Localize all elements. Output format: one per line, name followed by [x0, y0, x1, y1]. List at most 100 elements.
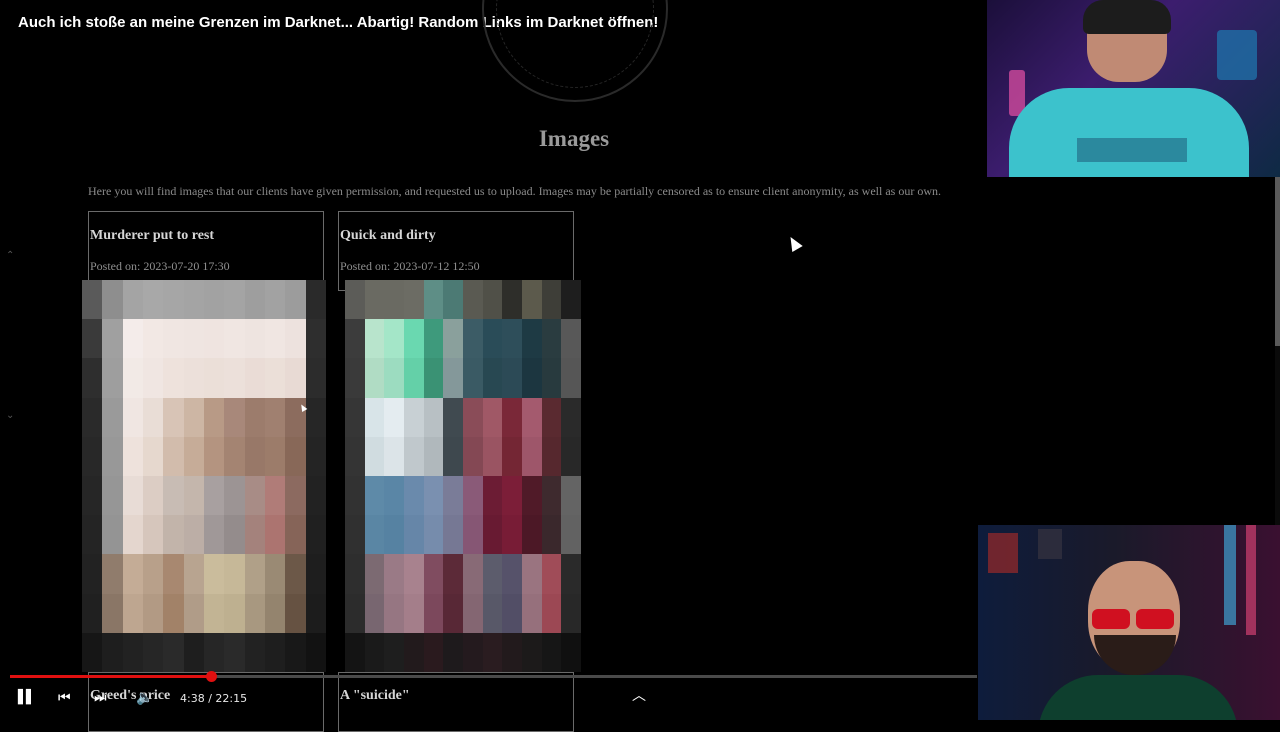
posted-date: 2023-07-12 12:50 [393, 259, 480, 273]
mosaic-cell [143, 397, 164, 437]
time-display: 4:38 / 22:15 [180, 692, 247, 705]
mosaic-cell [305, 593, 326, 633]
mosaic-cell [102, 358, 123, 398]
mosaic-cell [384, 554, 404, 594]
mosaic-cell [521, 397, 542, 437]
mosaic-cell [102, 319, 123, 359]
mosaic-cell [163, 593, 184, 633]
chevron-up-icon[interactable]: ︿ [632, 688, 646, 704]
card-title[interactable]: Murderer put to rest [90, 228, 214, 244]
chevron-up-icon[interactable]: ⌃ [6, 250, 14, 261]
player-controls: ▌▌ ⏮ ⏭ 🔈 4:38 / 22:15 ︿ [0, 671, 1280, 720]
skip-next-icon[interactable]: ⏭ [94, 690, 107, 706]
mosaic-cell [183, 476, 204, 516]
mosaic-cell [143, 280, 164, 320]
mosaic-cell [403, 515, 424, 555]
image-card[interactable]: Quick and dirty Posted on: 2023-07-12 12… [338, 211, 574, 291]
scrollbar-thumb[interactable] [1275, 176, 1280, 346]
volume-icon[interactable]: 🔈 [136, 690, 153, 706]
mosaic-cell [224, 476, 245, 516]
mosaic-cell [183, 319, 204, 359]
mosaic-cell [541, 319, 562, 359]
mosaic-cell [521, 358, 542, 398]
mosaic-cell [82, 632, 103, 672]
mosaic-cell [143, 593, 164, 633]
mosaic-cell [541, 593, 562, 633]
mosaic-cell [224, 436, 245, 476]
mosaic-cell [345, 358, 365, 398]
mosaic-cell [521, 554, 542, 594]
mosaic-cell [122, 593, 143, 633]
mosaic-cell [502, 593, 522, 633]
mosaic-cell [502, 397, 522, 437]
chevron-down-icon[interactable]: ⌄ [6, 410, 14, 421]
mosaic-cell [204, 358, 225, 398]
mosaic-cell [345, 554, 365, 594]
mosaic-cell [244, 358, 265, 398]
mosaic-cell [183, 397, 204, 437]
mosaic-cell [521, 436, 542, 476]
mosaic-cell [403, 280, 424, 320]
mosaic-cell [384, 632, 404, 672]
mosaic-cell [204, 632, 225, 672]
mosaic-cell [443, 476, 463, 516]
mosaic-cell [364, 515, 385, 555]
mosaic-cell [265, 593, 286, 633]
skip-previous-icon[interactable]: ⏮ [58, 690, 71, 706]
mosaic-cell [82, 476, 103, 516]
mosaic-cell [423, 515, 444, 555]
mosaic-cell [122, 515, 143, 555]
mosaic-cell [102, 593, 123, 633]
pause-icon[interactable]: ▌▌ [18, 690, 36, 706]
mosaic-cell [244, 280, 265, 320]
mosaic-cell [384, 397, 404, 437]
mosaic-cell [541, 280, 562, 320]
mosaic-cell [305, 319, 326, 359]
image-card[interactable]: Murderer put to rest Posted on: 2023-07-… [88, 211, 324, 291]
mosaic-cell [521, 476, 542, 516]
mosaic-cell [163, 554, 184, 594]
posted-label: Posted on: [340, 259, 391, 273]
mosaic-cell [364, 319, 385, 359]
mosaic-cell [305, 554, 326, 594]
mosaic-cell [423, 476, 444, 516]
mosaic-cell [345, 515, 365, 555]
mosaic-cell [224, 397, 245, 437]
mosaic-cell [122, 280, 143, 320]
mosaic-cell [102, 632, 123, 672]
progress-bar[interactable] [10, 671, 977, 682]
mosaic-cell [482, 397, 503, 437]
censored-image[interactable] [82, 280, 326, 672]
progress-scrubber[interactable] [206, 671, 218, 682]
card-date: Posted on: 2023-07-20 17:30 [90, 259, 230, 274]
mosaic-cell [443, 515, 463, 555]
mosaic-cell [143, 554, 164, 594]
mosaic-cell [384, 358, 404, 398]
mosaic-cell [482, 593, 503, 633]
mosaic-cell [102, 554, 123, 594]
mosaic-cell [285, 436, 306, 476]
mosaic-cell [561, 476, 581, 516]
mosaic-cell [224, 593, 245, 633]
mosaic-cell [345, 397, 365, 437]
mosaic-cell [305, 436, 326, 476]
mosaic-cell [345, 280, 365, 320]
mosaic-cell [443, 632, 463, 672]
mosaic-cell [384, 593, 404, 633]
censored-image[interactable] [345, 280, 581, 672]
mosaic-cell [285, 554, 306, 594]
mosaic-cell [482, 436, 503, 476]
mosaic-cell [244, 397, 265, 437]
mosaic-cell [305, 358, 326, 398]
mosaic-cell [443, 319, 463, 359]
mosaic-cell [122, 319, 143, 359]
mosaic-cell [183, 280, 204, 320]
mosaic-cell [423, 554, 444, 594]
mosaic-cell [561, 358, 581, 398]
mosaic-cell [462, 280, 483, 320]
mosaic-cell [443, 593, 463, 633]
card-title[interactable]: Quick and dirty [340, 228, 436, 244]
mosaic-cell [443, 397, 463, 437]
mosaic-cell [462, 515, 483, 555]
mosaic-cell [183, 632, 204, 672]
